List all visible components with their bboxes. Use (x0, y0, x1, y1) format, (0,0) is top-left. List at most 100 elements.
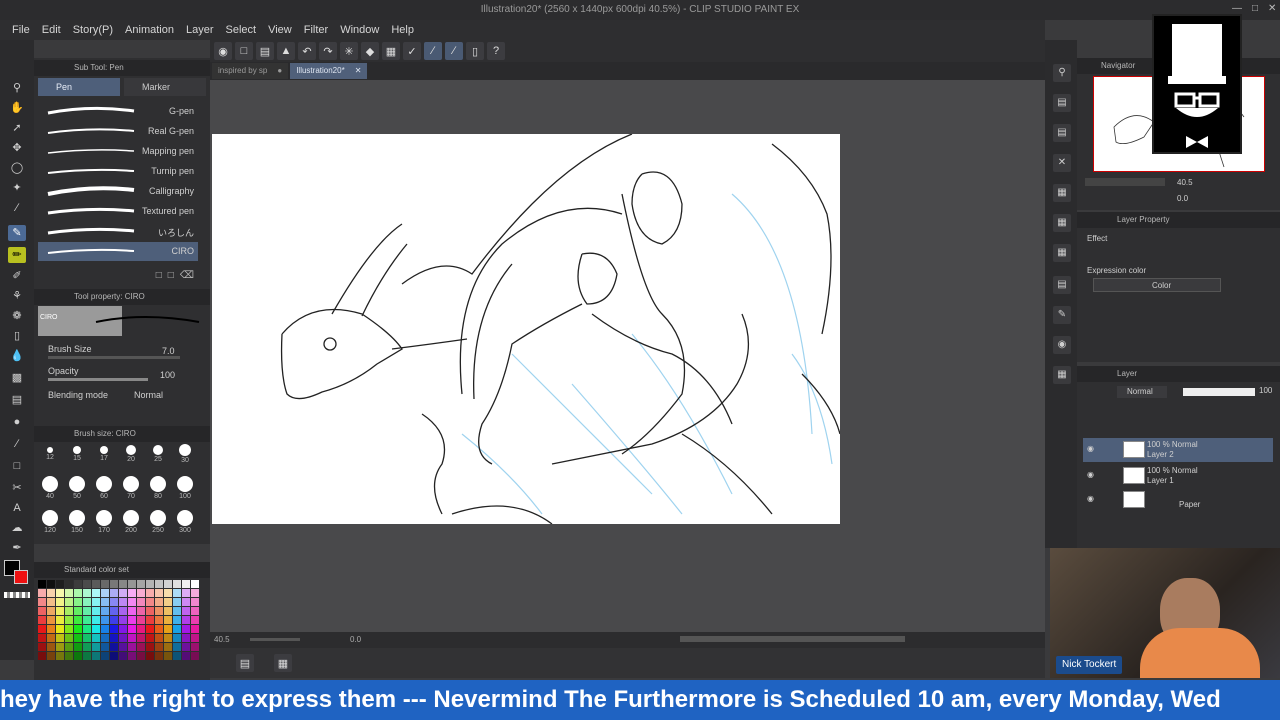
eyedropper-icon[interactable]: ∕ (8, 200, 26, 216)
frame-panel-icon[interactable]: ▦ (1053, 366, 1071, 384)
ruler-icon[interactable]: ✂ (8, 480, 26, 496)
color-swatch[interactable] (38, 607, 46, 615)
color-swatch[interactable] (164, 607, 172, 615)
color-swatch[interactable] (56, 580, 64, 588)
color-swatch[interactable] (155, 643, 163, 651)
material-2-icon[interactable]: ▦ (1053, 184, 1071, 202)
color-swatch[interactable] (38, 634, 46, 642)
color-swatch[interactable] (83, 652, 91, 660)
navigator-zoom-slider[interactable] (1085, 178, 1165, 186)
color-swatch[interactable] (146, 643, 154, 651)
color-swatch[interactable] (38, 616, 46, 624)
color-swatch[interactable] (110, 607, 118, 615)
color-swatch[interactable] (74, 634, 82, 642)
color-swatch[interactable] (191, 634, 199, 642)
color-swatch[interactable] (164, 589, 172, 597)
hand-tool-icon[interactable]: ✋ (8, 100, 26, 116)
pen-tool-icon[interactable]: ✎ (8, 225, 26, 241)
brush-size-dot[interactable] (73, 446, 81, 454)
color-swatch[interactable] (182, 589, 190, 597)
open-file-icon[interactable]: ▤ (256, 42, 274, 60)
color-swatch[interactable] (164, 652, 172, 660)
color-swatch[interactable] (146, 580, 154, 588)
brush-size-dot[interactable] (96, 510, 112, 526)
color-swatch[interactable] (128, 616, 136, 624)
color-swatch[interactable] (191, 616, 199, 624)
transform-icon[interactable]: ▦ (382, 42, 400, 60)
group-pen[interactable]: Pen (38, 78, 120, 96)
color-swatch[interactable] (182, 598, 190, 606)
color-swatch[interactable] (182, 616, 190, 624)
eye-icon[interactable]: ◉ (1087, 470, 1094, 479)
eraser-icon[interactable]: ▯ (8, 328, 26, 344)
brush-size-dot[interactable] (150, 476, 166, 492)
layer-blend-select[interactable]: Normal (1117, 386, 1167, 398)
color-swatch[interactable] (83, 598, 91, 606)
tab-close-icon[interactable]: ● (277, 63, 282, 79)
material-3-icon[interactable]: ▦ (1053, 214, 1071, 232)
color-swatch[interactable] (92, 652, 100, 660)
color-swatch[interactable] (128, 625, 136, 633)
opacity-slider[interactable] (48, 378, 148, 381)
color-swatch[interactable] (65, 652, 73, 660)
text-tool-icon[interactable]: A (8, 500, 26, 516)
color-swatch[interactable] (74, 643, 82, 651)
brush-size-slider[interactable] (48, 356, 180, 359)
color-swatch[interactable] (92, 625, 100, 633)
color-swatch[interactable] (146, 607, 154, 615)
subtool-actions[interactable]: □□⌫ (156, 270, 200, 281)
color-swatch[interactable] (110, 625, 118, 633)
color-swatch[interactable] (182, 580, 190, 588)
lasso-tool-icon[interactable]: ◯ (8, 160, 26, 176)
color-swatch[interactable] (164, 616, 172, 624)
layer-row-paper[interactable]: ◉ Paper (1083, 488, 1273, 512)
color-swatch[interactable] (56, 616, 64, 624)
color-swatch[interactable] (119, 580, 127, 588)
color-swatch[interactable] (137, 580, 145, 588)
color-swatch[interactable] (164, 634, 172, 642)
layer-row-2[interactable]: ◉ 100 % Normal Layer 2 (1083, 438, 1273, 462)
brush-size-dot[interactable] (126, 445, 136, 455)
brush-size-dot[interactable] (69, 510, 85, 526)
navigator-icon[interactable]: ⚲ (1053, 64, 1071, 82)
brush-gpen[interactable]: G-pen (38, 102, 198, 121)
snap-guide-icon[interactable]: ∕ (445, 42, 463, 60)
brush-size-dot[interactable] (42, 476, 58, 492)
expression-color-select[interactable]: Color (1093, 278, 1221, 292)
color-swatch[interactable] (101, 634, 109, 642)
color-swatch[interactable] (146, 589, 154, 597)
color-swatch[interactable] (83, 607, 91, 615)
color-swatch[interactable] (47, 607, 55, 615)
color-swatch[interactable] (38, 652, 46, 660)
menu-window[interactable]: Window (334, 24, 385, 36)
color-swatch[interactable] (173, 625, 181, 633)
color-swatch[interactable] (74, 616, 82, 624)
color-swatch[interactable] (65, 589, 73, 597)
color-swatch[interactable] (101, 598, 109, 606)
color-swatch[interactable] (47, 580, 55, 588)
color-swatch[interactable] (101, 643, 109, 651)
color-swatch[interactable] (65, 616, 73, 624)
brush-calligraphy[interactable]: Calligraphy (38, 182, 198, 201)
maximize-icon[interactable]: □ (1252, 3, 1258, 14)
close-panel-icon[interactable]: ✕ (1053, 154, 1071, 172)
color-swatch[interactable] (119, 652, 127, 660)
layer-opacity-slider[interactable] (1183, 388, 1255, 396)
tab-close-icon[interactable]: ✕ (355, 63, 362, 79)
color-swatch[interactable] (74, 607, 82, 615)
correct-line-icon[interactable]: ✒ (8, 540, 26, 556)
color-swatch[interactable] (110, 580, 118, 588)
color-swatch[interactable] (164, 598, 172, 606)
color-swatch[interactable] (74, 580, 82, 588)
close-icon[interactable]: ✕ (1268, 3, 1276, 14)
color-swatch[interactable] (110, 589, 118, 597)
color-swatch[interactable] (164, 643, 172, 651)
drawing-canvas[interactable] (212, 133, 841, 525)
color-swatch[interactable] (65, 607, 73, 615)
color-swatch[interactable] (119, 598, 127, 606)
gradient-icon[interactable]: ▤ (8, 392, 26, 408)
brush-textured-pen[interactable]: Textured pen (38, 202, 198, 221)
color-swatch[interactable] (146, 616, 154, 624)
undo-icon[interactable]: ↶ (298, 42, 316, 60)
color-swatch[interactable] (92, 643, 100, 651)
